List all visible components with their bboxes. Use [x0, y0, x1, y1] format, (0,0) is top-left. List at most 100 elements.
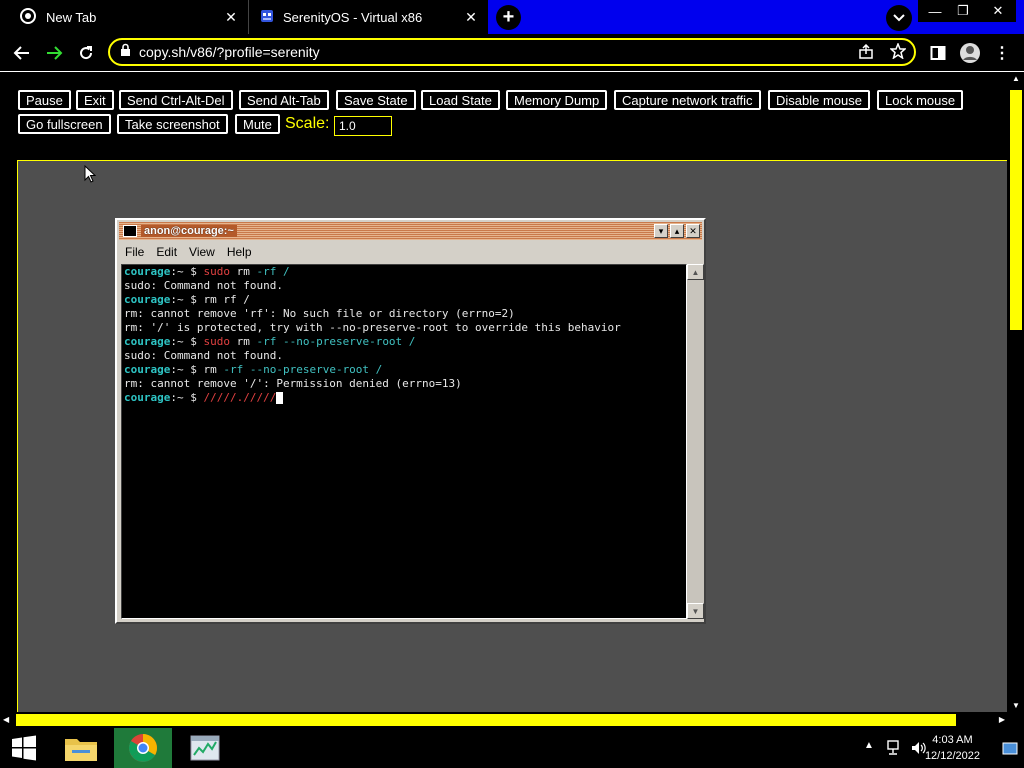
chevron-down-icon	[893, 14, 905, 22]
chrome-taskbar-button[interactable]	[114, 728, 172, 768]
serenity-icon	[259, 8, 275, 27]
side-panel-button[interactable]	[926, 42, 950, 64]
terminal-command-line: courage:~ $ sudo rm -rf /	[122, 265, 686, 279]
go-fullscreen-button[interactable]: Go fullscreen	[18, 114, 111, 134]
terminal-text: rm	[229, 265, 257, 278]
menu-view[interactable]: View	[183, 245, 221, 259]
send-alt-tab-button[interactable]: Send Alt-Tab	[239, 90, 329, 110]
bookmark-star-icon[interactable]	[889, 41, 907, 64]
prompt-symbol: :~ $	[170, 391, 204, 404]
terminal-text: rm	[229, 335, 257, 348]
page-horizontal-scrollbar[interactable]: ◀ ▶	[0, 712, 1008, 728]
terminal-text: sudo	[203, 335, 230, 348]
address-bar[interactable]: copy.sh/v86/?profile=serenity	[108, 38, 916, 66]
back-button[interactable]	[10, 42, 34, 64]
task-manager-icon	[190, 735, 220, 761]
capture-network-traffic-button[interactable]: Capture network traffic	[614, 90, 761, 110]
file-explorer-button[interactable]	[52, 728, 110, 768]
terminal-titlebar[interactable]: anon@courage:~ ▾ ▴ ✕	[119, 222, 702, 240]
terminal-text: sudo: Command not found.	[124, 349, 283, 362]
scroll-up-icon[interactable]: ▲	[1012, 74, 1020, 83]
clock-time: 4:03 AM	[932, 734, 973, 746]
scroll-down-icon[interactable]: ▼	[1012, 701, 1020, 710]
mute-button[interactable]: Mute	[235, 114, 280, 134]
forward-arrow-icon	[47, 46, 63, 60]
clock-date: 12/12/2022	[924, 750, 980, 762]
profile-button[interactable]	[958, 42, 982, 64]
terminal-text: rf /	[216, 293, 250, 306]
scroll-right-icon[interactable]: ▶	[999, 715, 1005, 724]
page-content: Pause Exit Send Ctrl-Alt-Del Send Alt-Tab Sa…	[0, 72, 1008, 712]
text-cursor	[276, 392, 284, 404]
scale-input[interactable]	[334, 116, 392, 136]
terminal-text: rm	[203, 293, 217, 306]
menu-edit[interactable]: Edit	[150, 245, 183, 259]
start-button[interactable]	[0, 728, 48, 768]
load-state-button[interactable]: Load State	[421, 90, 500, 110]
scroll-up-icon[interactable]: ▲	[687, 264, 704, 280]
tab-serenityos[interactable]: SerenityOS - Virtual x86 ✕	[248, 0, 488, 34]
terminal-menubar: File Edit View Help	[119, 242, 258, 262]
scroll-left-icon[interactable]: ◀	[3, 715, 9, 724]
terminal-title: anon@courage:~	[141, 225, 237, 237]
notification-icon[interactable]	[1002, 742, 1018, 761]
close-button[interactable]: ✕	[686, 224, 700, 238]
terminal-text: sudo	[203, 265, 230, 278]
terminal-output[interactable]: courage:~ $ sudo rm -rf / sudo: Command n…	[121, 264, 687, 619]
page-vertical-scrollbar[interactable]: ▲ ▼	[1008, 72, 1024, 712]
memory-dump-button[interactable]: Memory Dump	[506, 90, 608, 110]
terminal-text: -rf /	[256, 265, 290, 278]
new-tab-button[interactable]: +	[496, 5, 521, 30]
terminal-command-line: courage:~ $ rm -rf --no-preserve-root /	[122, 363, 686, 377]
reload-button[interactable]	[74, 42, 98, 64]
terminal-text: -rf --no-preserve-root /	[256, 335, 416, 348]
close-icon[interactable]: ✕	[222, 8, 240, 26]
url-text: copy.sh/v86/?profile=serenity	[139, 44, 320, 60]
terminal-window[interactable]: anon@courage:~ ▾ ▴ ✕ File Edit View Help…	[115, 218, 706, 624]
exit-button[interactable]: Exit	[76, 90, 114, 110]
lock-mouse-button[interactable]: Lock mouse	[877, 90, 964, 110]
menu-file[interactable]: File	[119, 245, 150, 259]
lock-icon[interactable]	[120, 43, 131, 61]
prompt-user: courage	[124, 363, 171, 376]
take-screenshot-button[interactable]: Take screenshot	[117, 114, 228, 134]
close-icon[interactable]: ✕	[462, 8, 480, 26]
send-ctrl-alt-del-button[interactable]: Send Ctrl-Alt-Del	[119, 90, 233, 110]
save-state-button[interactable]: Save State	[336, 90, 416, 110]
terminal-text: rm	[203, 363, 217, 376]
show-hidden-icons-icon[interactable]: ▲	[864, 740, 874, 751]
menu-kebab-icon[interactable]: ⋮	[990, 42, 1014, 64]
avatar-icon	[960, 43, 980, 63]
terminal-command-line: courage:~ $ /////./////	[122, 391, 686, 405]
terminal-output-line: rm: cannot remove '/': Permission denied…	[122, 377, 686, 391]
tab-search-button[interactable]	[886, 5, 912, 31]
scroll-thumb[interactable]	[16, 714, 956, 726]
share-icon[interactable]	[858, 43, 874, 65]
terminal-output-line: rm: '/' is protected, try with --no-pres…	[122, 321, 686, 335]
vm-screen[interactable]: anon@courage:~ ▾ ▴ ✕ File Edit View Help…	[17, 160, 1007, 712]
task-manager-button[interactable]	[176, 728, 234, 768]
menu-help[interactable]: Help	[221, 245, 258, 259]
minimize-button[interactable]: ▾	[654, 224, 668, 238]
file-explorer-icon	[65, 739, 97, 761]
maximize-button[interactable]: ▴	[670, 224, 684, 238]
side-panel-icon	[930, 46, 946, 60]
forward-button[interactable]	[42, 42, 66, 64]
terminal-scrollbar[interactable]: ▲ ▼	[687, 264, 704, 619]
network-icon[interactable]	[886, 740, 902, 761]
scroll-thumb[interactable]	[1010, 90, 1022, 330]
chrome-icon	[20, 7, 36, 27]
scroll-down-icon[interactable]: ▼	[687, 603, 704, 619]
close-window-button[interactable]: ✕	[980, 0, 1016, 22]
prompt-symbol: :~ $	[170, 293, 204, 306]
pause-button[interactable]: Pause	[18, 90, 71, 110]
disable-mouse-button[interactable]: Disable mouse	[768, 90, 870, 110]
terminal-text: /////./////	[203, 391, 277, 404]
terminal-output-line: rm: cannot remove 'rf': No such file or …	[122, 307, 686, 321]
terminal-text: rm: cannot remove 'rf': No such file or …	[124, 307, 515, 320]
tab-title: New Tab	[46, 9, 97, 25]
clock[interactable]: 4:03 AM 12/12/2022	[925, 732, 980, 764]
restore-button[interactable]: ❐	[946, 0, 980, 22]
tab-new-tab[interactable]: New Tab ✕	[0, 0, 248, 34]
scale-label: Scale:	[285, 115, 330, 132]
